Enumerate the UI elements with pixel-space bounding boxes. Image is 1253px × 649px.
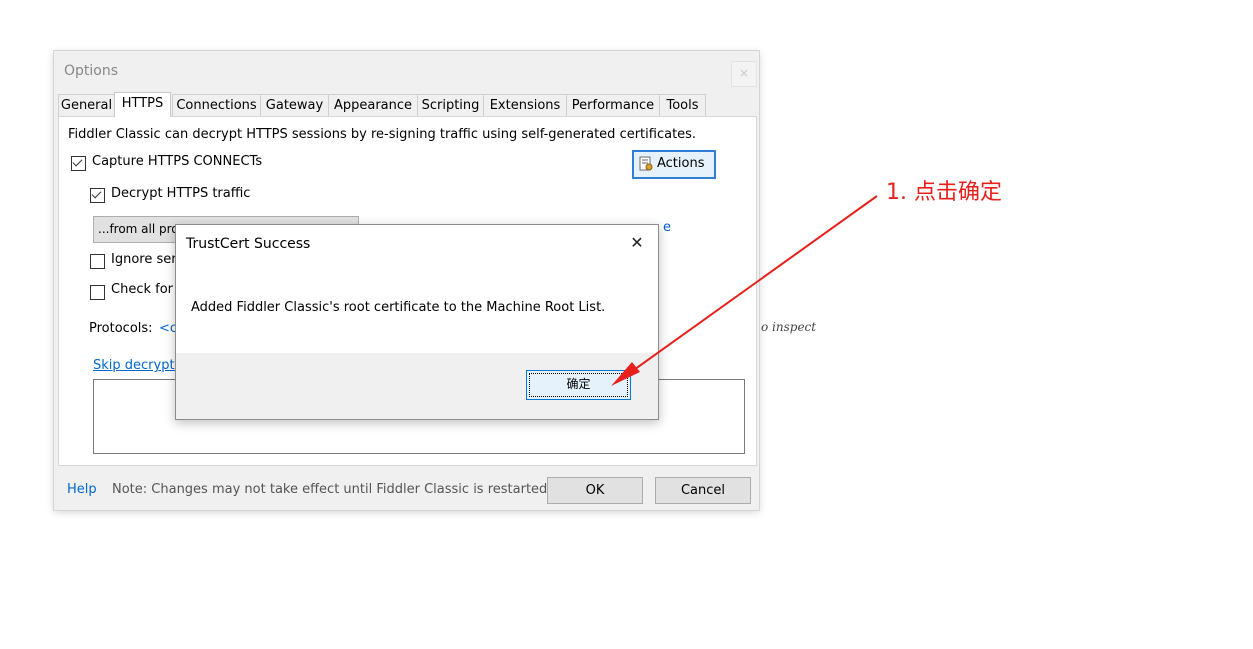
capture-https-checkbox[interactable] (71, 156, 86, 171)
skip-decryption-link[interactable]: Skip decrypti (93, 358, 178, 373)
tab-extensions[interactable]: Extensions (483, 94, 567, 116)
tab-appearance[interactable]: Appearance (328, 94, 418, 116)
window-title: Options (64, 63, 119, 79)
capture-https-label: Capture HTTPS CONNECTs (92, 154, 263, 169)
help-link[interactable]: Help (67, 482, 97, 497)
dialog-ok-button[interactable]: 确定 (526, 370, 631, 400)
ignore-server-errors-label: Ignore ser (111, 252, 177, 267)
check-revocation-label: Check for c (111, 282, 185, 297)
certificate-link[interactable]: e (663, 220, 671, 235)
tab-general[interactable]: General (58, 94, 115, 116)
trustcert-dialog: TrustCert Success ✕ Added Fiddler Classi… (175, 224, 659, 420)
actions-button[interactable]: Actions (632, 150, 716, 179)
dialog-button-bar: 确定 (176, 353, 658, 419)
cancel-button[interactable]: Cancel (655, 477, 751, 504)
close-icon[interactable]: ✕ (626, 232, 648, 254)
tab-scripting[interactable]: Scripting (417, 94, 484, 116)
ignore-server-errors-checkbox[interactable] (90, 254, 105, 269)
tab-tools[interactable]: Tools (659, 94, 706, 116)
tab-gateway[interactable]: Gateway (260, 94, 329, 116)
decrypt-https-checkbox[interactable] (90, 188, 105, 203)
annotation-label: 1. 点击确定 (886, 180, 1002, 205)
decrypt-https-label: Decrypt HTTPS traffic (111, 186, 251, 201)
inspect-text-fragment: o inspect (761, 320, 817, 334)
restart-note: Note: Changes may not take effect until … (112, 482, 552, 497)
https-description: Fiddler Classic can decrypt HTTPS sessio… (68, 127, 697, 142)
close-icon[interactable]: × (731, 61, 757, 87)
protocols-label: Protocols: (89, 321, 153, 336)
tab-connections[interactable]: Connections (172, 94, 261, 116)
actions-label: Actions (657, 156, 705, 171)
tab-performance[interactable]: Performance (566, 94, 660, 116)
dialog-title: TrustCert Success (186, 236, 311, 252)
dialog-message: Added Fiddler Classic's root certificate… (191, 300, 606, 315)
check-revocation-checkbox[interactable] (90, 285, 105, 300)
certificate-icon (639, 156, 653, 171)
ok-button[interactable]: OK (547, 477, 643, 504)
tab-https[interactable]: HTTPS (114, 92, 171, 117)
